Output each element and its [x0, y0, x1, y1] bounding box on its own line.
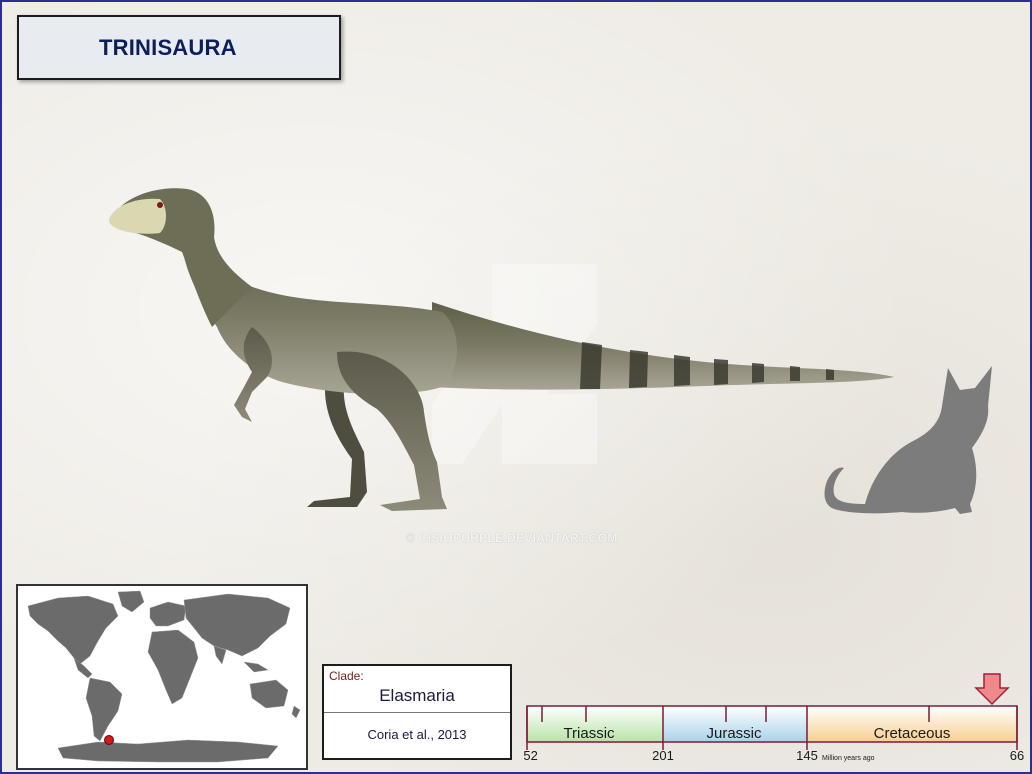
clade-divider: [324, 712, 510, 713]
tick-66: 66: [1010, 748, 1024, 763]
tick-201: 201: [652, 748, 674, 763]
clade-value: Elasmaria: [379, 686, 455, 705]
page-frame: TRINISAURA © CISIOPURPLE.DEVIANTART.COM …: [0, 0, 1032, 774]
label-jurassic: Jurassic: [706, 725, 762, 742]
world-map: [27, 590, 301, 763]
label-cretaceous: Cretaceous: [874, 725, 951, 742]
world-map-panel: [16, 584, 308, 770]
cat-silhouette-icon: [824, 366, 992, 514]
watermark-text: © CISIOPURPLE.DEVIANTART.COM: [406, 531, 618, 545]
locality-dot-icon: [104, 735, 114, 745]
tick-252: 252: [524, 748, 538, 763]
geologic-timeline: Triassic Jurassic Cretaceous 252 201 145…: [524, 673, 1024, 763]
unit-label: Million years ago: [822, 755, 875, 762]
tick-145: 145: [796, 748, 818, 763]
label-triassic: Triassic: [563, 725, 615, 742]
down-arrow-icon: [974, 673, 1010, 706]
clade-citation: Coria et al., 2013: [367, 727, 467, 742]
clade-panel: Clade: Elasmaria Coria et al., 2013: [322, 664, 512, 760]
title-panel: TRINISAURA: [17, 15, 341, 80]
species-title: TRINISAURA: [99, 35, 237, 60]
clade-label: Clade:: [329, 669, 364, 683]
trinisaura-illustration: [109, 188, 894, 511]
